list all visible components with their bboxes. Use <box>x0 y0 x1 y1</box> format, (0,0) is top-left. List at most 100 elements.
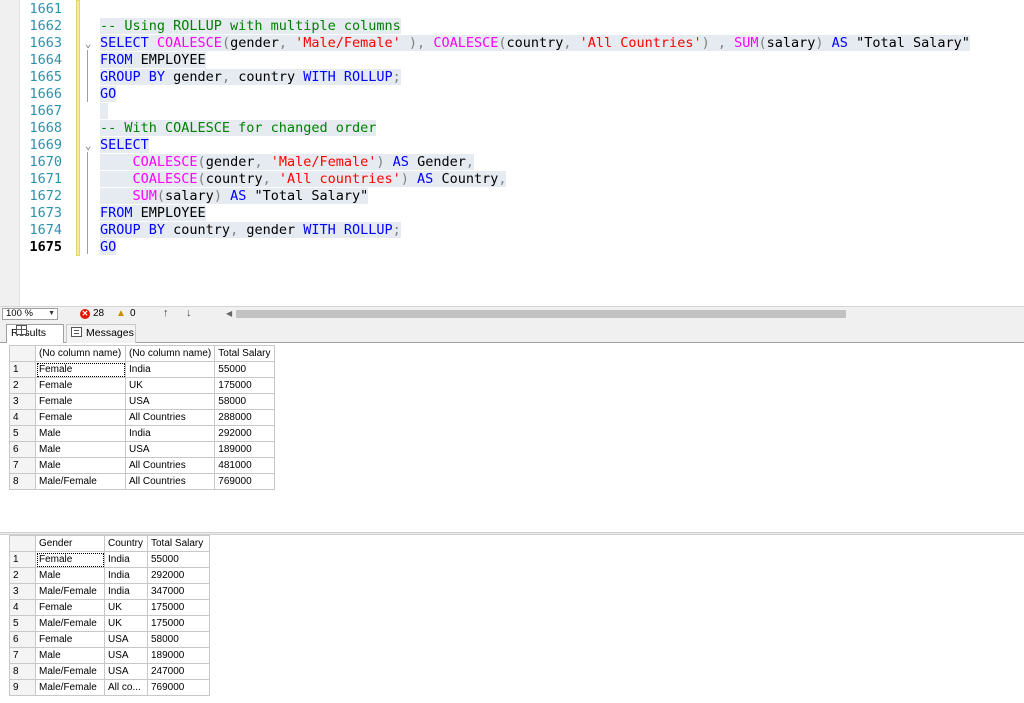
table-cell[interactable]: Female <box>35 409 126 426</box>
collapse-icon[interactable]: ⌄ <box>82 137 94 154</box>
warning-icon[interactable]: ▲ <box>116 308 126 320</box>
row-number-header[interactable] <box>9 345 36 362</box>
code-text[interactable]: GROUP BY gender, country WITH ROLLUP; <box>100 69 401 86</box>
row-number-cell[interactable]: 8 <box>9 663 36 680</box>
table-cell[interactable]: Female <box>35 361 126 378</box>
code-text[interactable]: -- Using ROLLUP with multiple columns <box>100 18 401 35</box>
table-cell[interactable]: 769000 <box>147 679 210 696</box>
table-cell[interactable]: 189000 <box>214 441 275 458</box>
table-cell[interactable]: Male/Female <box>35 615 105 632</box>
code-text[interactable]: SELECT <box>100 137 149 154</box>
row-number-header[interactable] <box>9 535 36 552</box>
column-header[interactable]: (No column name) <box>35 345 126 362</box>
row-number-cell[interactable]: 2 <box>9 567 36 584</box>
table-cell[interactable]: India <box>104 551 148 568</box>
table-cell[interactable]: Female <box>35 377 126 394</box>
code-text[interactable]: COALESCE(country, 'All countries') AS Co… <box>100 171 507 188</box>
table-cell[interactable]: 175000 <box>214 377 275 394</box>
row-number-cell[interactable]: 6 <box>9 631 36 648</box>
table-cell[interactable]: 175000 <box>147 615 210 632</box>
table-cell[interactable]: USA <box>124 441 216 458</box>
code-line[interactable]: 1675 GO <box>0 239 1024 256</box>
table-row[interactable]: 5 Male/Female UK 175000 <box>9 615 210 632</box>
table-cell[interactable]: India <box>124 361 216 378</box>
error-count[interactable]: 28 <box>93 308 104 320</box>
row-number-cell[interactable]: 7 <box>9 457 36 474</box>
table-cell[interactable]: Male <box>35 441 126 458</box>
code-text[interactable]: FROM EMPLOYEE <box>100 205 206 222</box>
table-row[interactable]: 4 Female All Countries 288000 <box>9 409 275 426</box>
table-row[interactable]: 9 Male/Female All co... 769000 <box>9 679 210 696</box>
table-cell[interactable]: UK <box>124 377 216 394</box>
table-cell[interactable]: 481000 <box>214 457 275 474</box>
code-line[interactable]: 1662 -- Using ROLLUP with multiple column… <box>0 18 1024 35</box>
table-cell[interactable]: 292000 <box>147 567 210 584</box>
code-text[interactable]: -- With COALESCE for changed order <box>100 120 377 137</box>
table-cell[interactable]: USA <box>104 647 148 664</box>
results-grid-2[interactable]: Gender Country Total Salary 1 Female India… <box>9 535 210 696</box>
table-cell[interactable]: USA <box>104 663 148 680</box>
table-cell[interactable]: 769000 <box>214 473 275 490</box>
code-line[interactable]: 1664 FROM EMPLOYEE <box>0 52 1024 69</box>
scroll-left-icon[interactable]: ◀ <box>226 307 232 320</box>
row-number-cell[interactable]: 5 <box>9 425 36 442</box>
code-text[interactable]: SELECT COALESCE(gender, 'Male/Female' ),… <box>100 35 970 52</box>
error-icon[interactable]: ✕ <box>80 309 90 319</box>
table-cell[interactable]: Male/Female <box>35 663 105 680</box>
table-cell[interactable]: Male/Female <box>35 679 105 696</box>
table-cell[interactable]: Male <box>35 457 126 474</box>
table-row[interactable]: 1 Female India 55000 <box>9 551 210 568</box>
table-cell[interactable]: All Countries <box>124 409 216 426</box>
table-row[interactable]: 2 Male India 292000 <box>9 567 210 584</box>
table-cell[interactable]: Female <box>35 631 105 648</box>
table-cell[interactable]: India <box>104 583 148 600</box>
table-cell[interactable]: USA <box>104 631 148 648</box>
table-row[interactable]: 6 Male USA 189000 <box>9 441 275 458</box>
table-cell[interactable]: USA <box>124 393 216 410</box>
zoom-dropdown[interactable]: 100 % ▼ <box>2 308 58 320</box>
table-cell[interactable]: Male/Female <box>35 583 105 600</box>
code-line[interactable]: 1667 <box>0 103 1024 120</box>
table-cell[interactable]: Male <box>35 567 105 584</box>
column-header[interactable]: Total Salary <box>147 535 210 552</box>
row-number-cell[interactable]: 3 <box>9 583 36 600</box>
table-row[interactable]: 8 Male/Female USA 247000 <box>9 663 210 680</box>
code-line[interactable]: 1672 SUM(salary) AS "Total Salary" <box>0 188 1024 205</box>
code-text[interactable]: GO <box>100 239 117 256</box>
table-cell[interactable]: 292000 <box>214 425 275 442</box>
code-line[interactable]: 1663 ⌄ SELECT COALESCE(gender, 'Male/Femal… <box>0 35 1024 52</box>
table-cell[interactable]: 55000 <box>214 361 275 378</box>
code-line[interactable]: 1670 COALESCE(gender, 'Male/Female') AS … <box>0 154 1024 171</box>
table-cell[interactable]: 189000 <box>147 647 210 664</box>
code-line[interactable]: 1661 <box>0 1 1024 18</box>
code-line[interactable]: 1668 -- With COALESCE for changed order <box>0 120 1024 137</box>
code-text[interactable]: GROUP BY country, gender WITH ROLLUP; <box>100 222 401 239</box>
code-text[interactable]: SUM(salary) AS "Total Salary" <box>100 188 369 205</box>
table-row[interactable]: 4 Female UK 175000 <box>9 599 210 616</box>
table-cell[interactable]: 347000 <box>147 583 210 600</box>
table-cell[interactable]: UK <box>104 599 148 616</box>
code-line[interactable]: 1665 GROUP BY gender, country WITH ROLLUP… <box>0 69 1024 86</box>
table-cell[interactable]: India <box>124 425 216 442</box>
warning-count[interactable]: 0 <box>130 308 136 320</box>
query-editor[interactable]: 1661 1662 -- Using ROLLUP with multiple co… <box>0 0 1024 306</box>
table-row[interactable]: 1 Female India 55000 <box>9 361 275 378</box>
table-cell[interactable]: All Countries <box>124 457 216 474</box>
table-cell[interactable]: 247000 <box>147 663 210 680</box>
row-number-cell[interactable]: 1 <box>9 551 36 568</box>
table-cell[interactable]: All Countries <box>124 473 216 490</box>
row-number-cell[interactable]: 2 <box>9 377 36 394</box>
table-cell[interactable]: India <box>104 567 148 584</box>
row-number-cell[interactable]: 8 <box>9 473 36 490</box>
table-row[interactable]: 7 Male All Countries 481000 <box>9 457 275 474</box>
collapse-icon[interactable]: ⌄ <box>82 35 94 52</box>
row-number-cell[interactable]: 7 <box>9 647 36 664</box>
table-row[interactable]: 5 Male India 292000 <box>9 425 275 442</box>
code-text[interactable] <box>100 103 109 120</box>
table-cell[interactable]: UK <box>104 615 148 632</box>
chevron-down-icon[interactable]: ▼ <box>48 309 55 319</box>
table-cell[interactable]: Female <box>35 393 126 410</box>
code-text[interactable]: GO <box>100 86 117 103</box>
row-number-cell[interactable]: 3 <box>9 393 36 410</box>
code-line[interactable]: 1674 GROUP BY country, gender WITH ROLLUP… <box>0 222 1024 239</box>
